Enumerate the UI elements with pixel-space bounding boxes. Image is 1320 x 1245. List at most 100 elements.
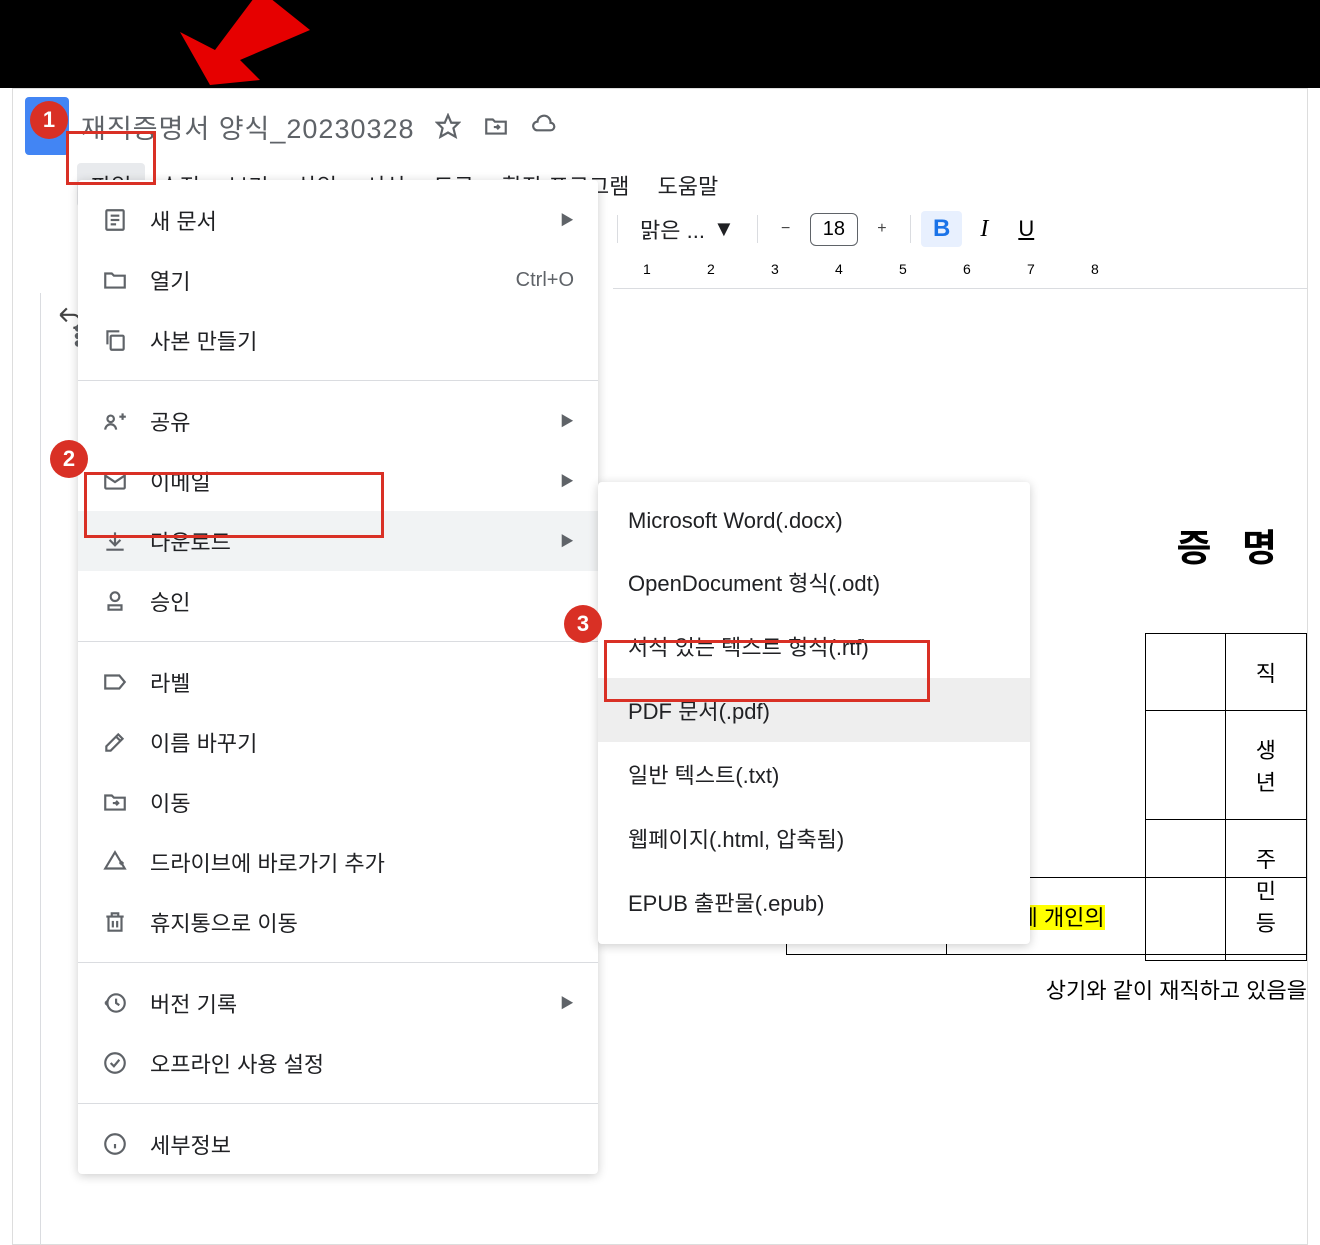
menu-move-trash[interactable]: 휴지통으로 이동 (78, 892, 598, 952)
annotation-badge-2: 2 (50, 440, 88, 478)
cell: 생년 (1225, 711, 1306, 820)
ruler-tick: 8 (1091, 261, 1099, 277)
doc-heading: 증 명 (1177, 517, 1287, 572)
menu-email[interactable]: 이메일 ▶ (78, 451, 598, 511)
menu-approve[interactable]: 승인 (78, 571, 598, 631)
download-odt[interactable]: OpenDocument 형식(.odt) (598, 550, 1030, 614)
divider (78, 641, 598, 642)
menu-download[interactable]: 다운로드 ▶ (78, 511, 598, 571)
info-icon (102, 1131, 128, 1157)
toolbar-partial: 맑은 ... ▼ − 18 + B I U (613, 209, 1046, 249)
menu-make-copy[interactable]: 사본 만들기 (78, 310, 598, 370)
download-txt[interactable]: 일반 텍스트(.txt) (598, 742, 1030, 806)
divider (78, 962, 598, 963)
menu-new-document[interactable]: 새 문서 ▶ (78, 190, 598, 250)
menu-open[interactable]: 열기 Ctrl+O (78, 250, 598, 310)
menu-share[interactable]: 공유 ▶ (78, 391, 598, 451)
ruler-tick: 6 (963, 261, 971, 277)
doc-note: 상기와 같이 재직하고 있음을 (1046, 973, 1307, 1005)
menu-details[interactable]: 세부정보 (78, 1114, 598, 1164)
drive-shortcut-icon (102, 849, 128, 875)
annotation-arrow (170, 0, 330, 100)
font-family-label: 맑은 ... (640, 213, 705, 245)
download-docx[interactable]: Microsoft Word(.docx) (598, 492, 1030, 550)
approval-icon (102, 588, 128, 614)
table-row: 직 (1145, 634, 1306, 711)
chevron-right-icon: ▶ (560, 993, 574, 1013)
cloud-status-icon[interactable] (531, 113, 557, 139)
menu-add-shortcut[interactable]: 드라이브에 바로가기 추가 (78, 832, 598, 892)
bold-button[interactable]: B (921, 211, 962, 247)
menu-label: 세부정보 (150, 1128, 574, 1160)
menu-help[interactable]: 도움말 (643, 163, 732, 207)
font-family-dropdown[interactable]: 맑은 ... ▼ (628, 209, 747, 249)
menu-label: 승인 (150, 585, 574, 617)
menu-label: 오프라인 사용 설정 (150, 1047, 574, 1079)
download-submenu: Microsoft Word(.docx) OpenDocument 형식(.o… (598, 482, 1030, 944)
divider (78, 380, 598, 381)
menu-label: 다운로드 (150, 525, 538, 557)
divider (78, 1103, 598, 1104)
fontsize-increase[interactable]: + (864, 211, 900, 247)
chevron-right-icon: ▶ (560, 531, 574, 551)
download-pdf[interactable]: PDF 문서(.pdf) (598, 678, 1030, 742)
menu-label: 이메일 (150, 465, 538, 497)
separator (910, 215, 911, 243)
email-icon (102, 468, 128, 494)
copy-icon (102, 327, 128, 353)
menu-label: 이동 (150, 786, 574, 818)
chevron-right-icon: ▶ (560, 210, 574, 230)
menu-rename[interactable]: 이름 바꾸기 (78, 712, 598, 772)
menu-label: 라벨 (150, 666, 574, 698)
download-html[interactable]: 웹페이지(.html, 압축됨) (598, 806, 1030, 870)
cell (1145, 711, 1225, 820)
menu-label-item[interactable]: 라벨 (78, 652, 598, 712)
star-icon[interactable] (435, 113, 461, 139)
trash-icon (102, 909, 128, 935)
move-folder-icon[interactable] (483, 113, 509, 139)
chevron-down-icon: ▼ (713, 216, 735, 242)
ruler-tick: 5 (899, 261, 907, 277)
download-icon (102, 528, 128, 554)
vertical-ruler (25, 293, 41, 1244)
ruler-tick: 4 (835, 261, 843, 277)
menu-label: 공유 (150, 405, 538, 437)
rename-icon (102, 729, 128, 755)
underline-button[interactable]: U (1006, 212, 1046, 246)
document-icon (102, 207, 128, 233)
menu-label: 새 문서 (150, 204, 538, 236)
menu-label: 이름 바꾸기 (150, 726, 574, 758)
chevron-right-icon: ▶ (560, 411, 574, 431)
fontsize-decrease[interactable]: − (768, 211, 804, 247)
annotation-badge-3: 3 (564, 605, 602, 643)
document-title[interactable]: 재직증명서 양식_20230328 (81, 107, 415, 146)
download-epub[interactable]: EPUB 출판물(.epub) (598, 870, 1030, 934)
italic-button[interactable]: I (968, 212, 1000, 247)
ruler-tick: 3 (771, 261, 779, 277)
separator (757, 215, 758, 243)
ruler-tick: 1 (643, 261, 651, 277)
cell: 직 (1225, 634, 1306, 711)
chevron-right-icon: ▶ (560, 471, 574, 491)
download-rtf[interactable]: 서식 있는 텍스트 형식(.rtf) (598, 614, 1030, 678)
menu-label: 사본 만들기 (150, 324, 574, 356)
annotation-badge-1: 1 (30, 101, 68, 139)
cell (1145, 634, 1225, 711)
table-row: 생년 (1145, 711, 1306, 820)
separator (617, 215, 618, 243)
move-icon (102, 789, 128, 815)
file-menu-dropdown: 새 문서 ▶ 열기 Ctrl+O 사본 만들기 공유 ▶ 이메일 ▶ 다운로드 … (78, 180, 598, 1174)
menu-label: 드라이브에 바로가기 추가 (150, 846, 574, 878)
menu-label: 버전 기록 (150, 987, 538, 1019)
horizontal-ruler: 1 2 3 4 5 6 7 8 (613, 261, 1307, 289)
folder-icon (102, 267, 128, 293)
menu-move[interactable]: 이동 (78, 772, 598, 832)
label-icon (102, 669, 128, 695)
offline-icon (102, 1050, 128, 1076)
menu-version-history[interactable]: 버전 기록 ▶ (78, 973, 598, 1033)
ruler-tick: 7 (1027, 261, 1035, 277)
fontsize-input[interactable]: 18 (810, 213, 858, 246)
ruler-tick: 2 (707, 261, 715, 277)
share-icon (102, 408, 128, 434)
menu-offline[interactable]: 오프라인 사용 설정 (78, 1033, 598, 1093)
